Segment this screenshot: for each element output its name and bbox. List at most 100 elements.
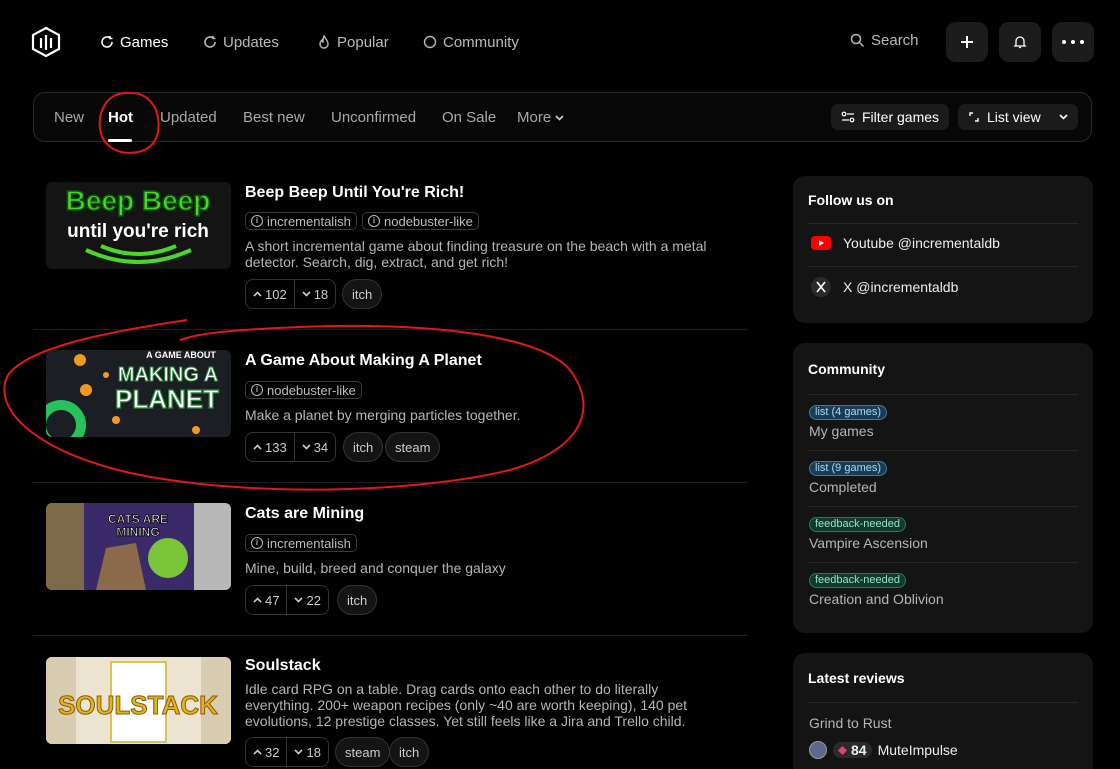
platform-chip[interactable]: itch bbox=[337, 585, 378, 615]
view-toggle-icon bbox=[969, 112, 979, 122]
upvote-button[interactable]: 32 bbox=[246, 738, 286, 766]
review-game-title[interactable]: Grind to Rust bbox=[809, 715, 891, 731]
game-title[interactable]: Soulstack bbox=[245, 657, 321, 675]
upvote-count: 133 bbox=[265, 439, 287, 455]
chevron-up-icon bbox=[253, 597, 262, 603]
community-item[interactable]: Creation and Oblivion bbox=[809, 591, 944, 607]
game-thumbnail[interactable]: A GAME ABOUT MAKING A PLANET bbox=[46, 350, 231, 437]
active-tab-indicator bbox=[108, 139, 132, 142]
soulstack-artwork: SOULSTACK bbox=[46, 657, 231, 744]
youtube-link[interactable]: Youtube @incrementaldb bbox=[811, 235, 1000, 251]
tag-chip[interactable]: i incrementalish bbox=[245, 534, 357, 552]
chevron-down-icon bbox=[1059, 114, 1068, 120]
list-view-select[interactable]: List view bbox=[958, 104, 1078, 130]
game-card[interactable]: CATS ARE MINING Cats are Mining i increme… bbox=[33, 501, 748, 631]
thumb-title: CATS ARE bbox=[108, 512, 168, 526]
circle-icon bbox=[423, 35, 437, 49]
tag-chip[interactable]: i nodebuster-like bbox=[362, 212, 479, 230]
community-card: Community list (4 games) My games list (… bbox=[793, 343, 1093, 633]
vote-group: 133 34 bbox=[245, 432, 337, 462]
tab-more[interactable]: More bbox=[517, 109, 564, 126]
downvote-button[interactable]: 18 bbox=[295, 280, 335, 308]
thumb-caption: A GAME ABOUT bbox=[146, 350, 216, 360]
review-author-row[interactable]: 84 MuteImpulse bbox=[809, 741, 958, 759]
community-item[interactable]: Completed bbox=[809, 479, 877, 495]
tag-label: incrementalish bbox=[267, 535, 351, 551]
tag-chip[interactable]: i incrementalish bbox=[245, 212, 357, 230]
downvote-button[interactable]: 22 bbox=[287, 586, 327, 614]
nav-updates[interactable]: Updates bbox=[203, 32, 279, 52]
platform-chip[interactable]: steam bbox=[385, 432, 441, 462]
tab-new[interactable]: New bbox=[54, 109, 84, 126]
game-description: A short incremental game about finding t… bbox=[245, 238, 707, 270]
game-thumbnail[interactable]: CATS ARE MINING bbox=[46, 503, 231, 590]
game-title[interactable]: A Game About Making A Planet bbox=[245, 352, 482, 370]
tab-updated[interactable]: Updated bbox=[160, 109, 217, 126]
game-thumbnail[interactable]: SOULSTACK bbox=[46, 657, 231, 744]
game-title[interactable]: Cats are Mining bbox=[245, 505, 364, 523]
follow-title: Follow us on bbox=[808, 192, 894, 208]
platform-chip[interactable]: itch bbox=[389, 737, 430, 767]
tab-on-sale[interactable]: On Sale bbox=[442, 109, 496, 126]
platform-chip[interactable]: steam bbox=[335, 737, 391, 767]
tag-chip[interactable]: i nodebuster-like bbox=[245, 381, 362, 399]
search-label: Search bbox=[871, 32, 919, 49]
downvote-count: 22 bbox=[306, 592, 321, 608]
review-user: MuteImpulse bbox=[877, 742, 958, 758]
list-badge: list (9 games) bbox=[809, 461, 888, 476]
beep-beep-artwork: Beep Beep until you're rich bbox=[46, 182, 231, 269]
nav-community[interactable]: Community bbox=[423, 32, 519, 52]
site-logo[interactable] bbox=[30, 26, 62, 58]
x-label: X @incrementaldb bbox=[843, 279, 959, 295]
nav-popular[interactable]: Popular bbox=[317, 32, 389, 52]
tag-label: nodebuster-like bbox=[384, 213, 473, 229]
upvote-button[interactable]: 133 bbox=[246, 433, 294, 461]
search-button[interactable]: Search bbox=[850, 32, 919, 49]
x-link[interactable]: X @incrementaldb bbox=[811, 277, 958, 297]
youtube-label: Youtube @incrementaldb bbox=[843, 235, 1000, 251]
nav-community-label: Community bbox=[443, 33, 519, 51]
tag-label: incrementalish bbox=[267, 213, 351, 229]
game-description: Mine, build, breed and conquer the galax… bbox=[245, 560, 506, 576]
add-button[interactable] bbox=[946, 22, 988, 62]
refresh-icon bbox=[204, 36, 216, 48]
downvote-button[interactable]: 34 bbox=[295, 433, 335, 461]
info-icon: i bbox=[251, 384, 263, 396]
community-title: Community bbox=[808, 361, 885, 377]
nav-popular-label: Popular bbox=[337, 33, 389, 51]
more-menu-button[interactable] bbox=[1052, 22, 1094, 62]
notifications-button[interactable] bbox=[999, 22, 1041, 62]
tab-hot[interactable]: Hot bbox=[108, 109, 133, 126]
upvote-button[interactable]: 102 bbox=[246, 280, 294, 308]
flame-icon bbox=[319, 35, 329, 49]
platform-chip[interactable]: itch bbox=[343, 432, 384, 462]
divider bbox=[808, 266, 1078, 267]
downvote-button[interactable]: 18 bbox=[287, 738, 327, 766]
platform-chip[interactable]: itch bbox=[342, 279, 383, 309]
chevron-up-icon bbox=[253, 291, 262, 297]
chevron-up-icon bbox=[253, 444, 262, 450]
search-icon bbox=[850, 33, 865, 48]
game-card[interactable]: SOULSTACK Soulstack Idle card RPG on a t… bbox=[33, 654, 748, 769]
community-item[interactable]: Vampire Ascension bbox=[809, 535, 928, 551]
info-icon: i bbox=[251, 215, 263, 227]
game-card[interactable]: Beep Beep until you're rich Beep Beep Un… bbox=[33, 180, 748, 320]
tab-best-new[interactable]: Best new bbox=[243, 109, 305, 126]
filter-games-button[interactable]: Filter games bbox=[831, 104, 950, 130]
tab-unconfirmed[interactable]: Unconfirmed bbox=[331, 109, 416, 126]
top-navigation: Games Updates Popular Community Search bbox=[0, 0, 1120, 84]
game-title[interactable]: Beep Beep Until You're Rich! bbox=[245, 184, 464, 202]
nav-games[interactable]: Games bbox=[100, 32, 168, 52]
review-score: 84 bbox=[851, 742, 867, 758]
upvote-count: 47 bbox=[265, 592, 280, 608]
game-card[interactable]: A GAME ABOUT MAKING A PLANET A Game Abou… bbox=[33, 348, 748, 478]
chevron-up-icon bbox=[253, 749, 262, 755]
nav-games-label: Games bbox=[120, 33, 169, 51]
upvote-button[interactable]: 47 bbox=[246, 586, 286, 614]
game-thumbnail[interactable]: Beep Beep until you're rich bbox=[46, 182, 231, 269]
game-description: Idle card RPG on a table. Drag cards ont… bbox=[245, 681, 688, 729]
divider bbox=[33, 635, 748, 636]
upvote-count: 102 bbox=[265, 286, 287, 302]
community-item[interactable]: My games bbox=[809, 423, 874, 439]
thumb-subtitle: MINING bbox=[116, 525, 159, 539]
